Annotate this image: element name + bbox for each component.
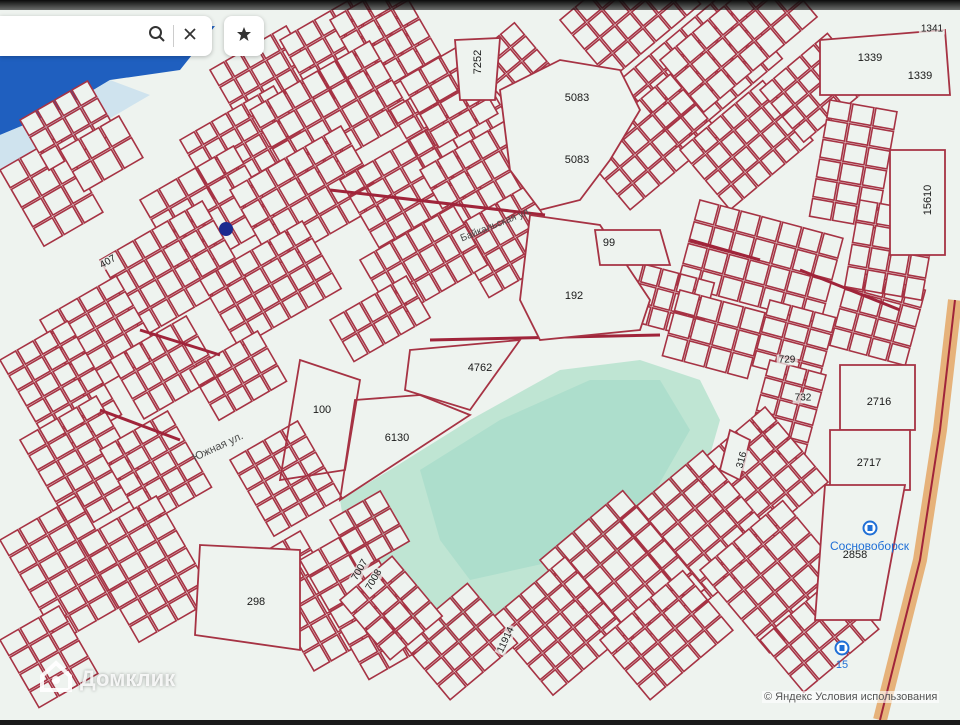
parcel-label-99: 99 [601,237,617,249]
parcel-label-729: 729 [777,355,798,366]
poi-label: Сосновоборск [830,539,909,553]
parcel-label-192: 192 [563,290,585,302]
poi-sanatorium[interactable]: Сосновоборск [830,520,909,553]
close-icon [183,27,197,46]
location-marker-icon[interactable] [219,222,233,236]
parcel-label-732: 732 [793,393,814,404]
cadastral-map[interactable]: 7252 5083 5083 1339 1339 15610 99 192 4762 100 613… [0,0,960,720]
watermark-text: Домклик [80,666,175,692]
search-button[interactable] [141,20,173,52]
map-copyright[interactable]: © Яндекс Условия использования [762,691,939,703]
parcel-label-15610: 15610 [922,183,934,218]
parcel-label-298: 298 [245,596,267,608]
parcel-label-1339a: 1339 [856,52,884,64]
bus-stop-icon [834,640,850,659]
favorites-button[interactable] [224,16,264,56]
parcel-label-5083a: 5083 [563,92,591,104]
screen-bezel [0,0,960,10]
parcel-label-6130: 6130 [383,432,411,444]
watermark: Домклик [38,660,175,698]
parcel-label-100: 100 [311,404,333,416]
search-box [0,16,212,56]
poi-label: 15 [836,659,848,671]
parcel-label-1339b: 1339 [906,70,934,82]
parcel-label-1341: 1341 [919,24,945,35]
star-icon [236,26,252,47]
map-canvas[interactable] [0,0,960,720]
clear-button[interactable] [174,20,206,52]
parcel-label-7252: 7252 [472,48,484,76]
parcel-label-2717: 2717 [855,457,883,469]
parcel-label-2716: 2716 [865,396,893,408]
search-input[interactable] [8,24,122,50]
poi-bus-stop[interactable]: 15 [834,640,850,671]
parcel-label-5083b: 5083 [563,154,591,166]
search-icon [148,25,166,48]
parcel-label-4762: 4762 [466,362,494,374]
domclick-logo-icon [38,660,74,698]
poi-icon [862,520,878,539]
